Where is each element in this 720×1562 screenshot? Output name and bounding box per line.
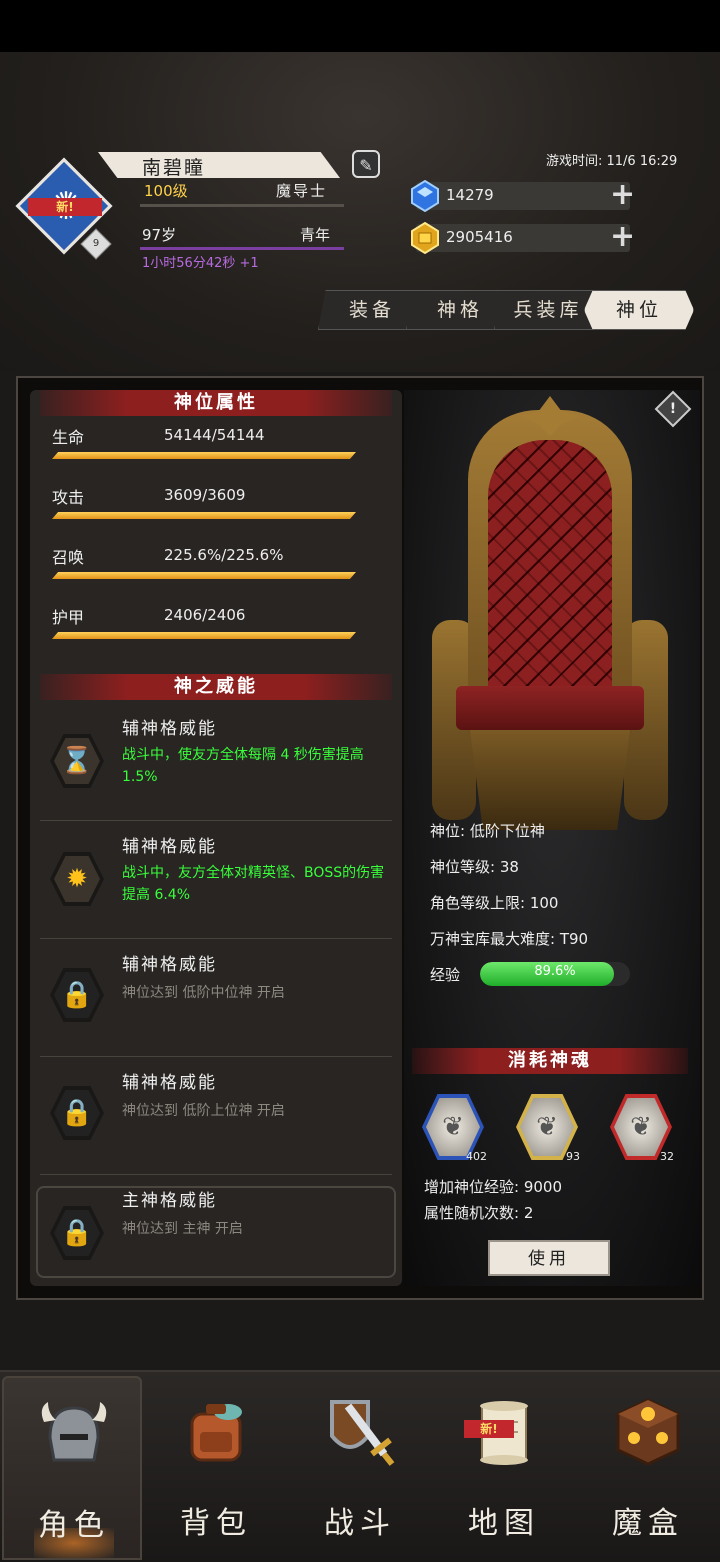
vault-max-difficulty: 万神宝库最大难度: T90 <box>430 930 589 948</box>
status-bar <box>0 0 720 52</box>
tab-god-rank[interactable]: 神位 <box>584 290 694 330</box>
edit-icon: ✎ <box>359 156 373 175</box>
throne-cushion <box>488 440 612 690</box>
skill-title-2: 辅神格威能 <box>122 837 217 857</box>
attr-bar-summon <box>52 572 356 579</box>
backpack-icon <box>176 1392 256 1472</box>
player-level: 100级 <box>144 182 188 200</box>
skill-desc-5: 神位达到 主神 开启 <box>122 1221 243 1237</box>
gain-exp: 增加神位经验: 9000 <box>424 1178 562 1196</box>
player-life-stage: 青年 <box>300 226 331 244</box>
nav-battle[interactable]: 战斗 <box>290 1376 430 1560</box>
attr-bar-armor <box>52 632 356 639</box>
god-rank-level: 神位等级: 38 <box>430 858 519 876</box>
divider <box>40 938 392 939</box>
lock-icon: 🔒 <box>54 1210 100 1256</box>
sun-icon: ✹ <box>54 856 100 902</box>
name-plate <box>98 152 340 178</box>
skill-desc-2: 战斗中，友方全体对精英怪、BOSS的伤害提高 6.4% <box>122 865 385 903</box>
attr-label-summon: 召唤 <box>52 548 85 567</box>
lock-icon: 🔒 <box>54 1090 100 1136</box>
nav-label: 地图 <box>468 1506 540 1541</box>
attr-value-armor: 2406/2406 <box>164 606 246 624</box>
random-times: 属性随机次数: 2 <box>424 1204 534 1222</box>
attributes-title: 神位属性 <box>40 390 392 416</box>
soul-count-blue: 402 <box>466 1150 487 1163</box>
skill-title-1: 辅神格威能 <box>122 719 217 739</box>
plus-icon: + <box>610 177 636 212</box>
char-level-cap: 角色等级上限: 100 <box>430 894 559 912</box>
avatar-new-badge: 新! <box>28 198 102 216</box>
attr-label-armor: 护甲 <box>52 608 85 627</box>
nav-label: 背包 <box>180 1506 252 1541</box>
player-class: 魔导士 <box>276 182 328 200</box>
skill-title-3: 辅神格威能 <box>122 955 217 975</box>
divider <box>40 1056 392 1057</box>
attr-value-summon: 225.6%/225.6% <box>164 546 284 564</box>
soul-flame-icon: ❦ <box>426 1098 480 1156</box>
skill-desc-1: 战斗中，使友方全体每隔 4 秒伤害提高 1.5% <box>122 747 364 785</box>
gem-count: 14279 <box>446 186 494 204</box>
blue-gem-icon <box>410 179 439 213</box>
skill-desc-3: 神位达到 低阶中位神 开启 <box>122 985 285 1001</box>
use-button[interactable]: 使用 <box>488 1240 610 1276</box>
exp-percent: 89.6% <box>534 964 576 979</box>
skill-desc-4: 神位达到 低阶上位神 开启 <box>122 1103 285 1119</box>
hourglass-icon: ⌛ <box>54 738 100 784</box>
nav-magic-box[interactable]: 魔盒 <box>578 1376 718 1560</box>
plus-icon: + <box>610 219 636 254</box>
attr-bar-hp <box>52 452 356 459</box>
divider <box>40 1174 392 1175</box>
magic-box-icon <box>608 1392 688 1472</box>
helmet-icon <box>34 1394 114 1474</box>
age-timer: 1小时56分42秒 +1 <box>142 256 259 271</box>
nav-label: 角色 <box>38 1508 110 1543</box>
soul-flame-icon: ❦ <box>520 1098 574 1156</box>
skill-title-5: 主神格威能 <box>122 1191 217 1211</box>
soul-count-red: 32 <box>660 1150 674 1163</box>
edit-name-button[interactable]: ✎ <box>352 150 380 178</box>
power-title: 神之威能 <box>40 674 392 700</box>
nav-label: 魔盒 <box>612 1506 684 1541</box>
exclamation-icon: ! <box>669 401 677 417</box>
map-new-badge: 新! <box>464 1420 514 1438</box>
player-age: 97岁 <box>142 226 177 244</box>
throne-seat <box>456 686 644 730</box>
gold-count: 2905416 <box>446 228 513 246</box>
add-gold-button[interactable]: + <box>610 222 635 252</box>
lock-icon: 🔒 <box>54 972 100 1018</box>
attr-label-attack: 攻击 <box>52 488 85 507</box>
nav-character[interactable]: 角色 <box>2 1376 142 1560</box>
soul-flame-icon: ❦ <box>614 1098 668 1156</box>
consume-title: 消耗神魂 <box>412 1048 688 1074</box>
attr-value-hp: 54144/54144 <box>164 426 265 444</box>
nav-backpack[interactable]: 背包 <box>146 1376 286 1560</box>
skill-title-4: 辅神格威能 <box>122 1073 217 1093</box>
soul-count-gold: 93 <box>566 1150 580 1163</box>
divider <box>40 820 392 821</box>
attr-value-attack: 3609/3609 <box>164 486 246 504</box>
throne-legs <box>470 730 630 830</box>
player-name: 南碧瞳 <box>142 157 206 179</box>
attr-label-hp: 生命 <box>52 428 85 447</box>
age-progress-line <box>140 247 344 250</box>
game-time: 游戏时间: 11/6 16:29 <box>546 154 678 169</box>
god-rank: 神位: 低阶下位神 <box>430 822 545 840</box>
nav-label: 战斗 <box>324 1506 396 1541</box>
divider <box>140 204 344 207</box>
gold-coin-icon <box>410 221 439 255</box>
add-gems-button[interactable]: + <box>610 180 635 210</box>
attr-bar-attack <box>52 512 356 519</box>
exp-label: 经验 <box>430 966 461 984</box>
nav-map[interactable]: 新! 地图 <box>434 1376 574 1560</box>
sword-shield-icon <box>320 1392 400 1472</box>
